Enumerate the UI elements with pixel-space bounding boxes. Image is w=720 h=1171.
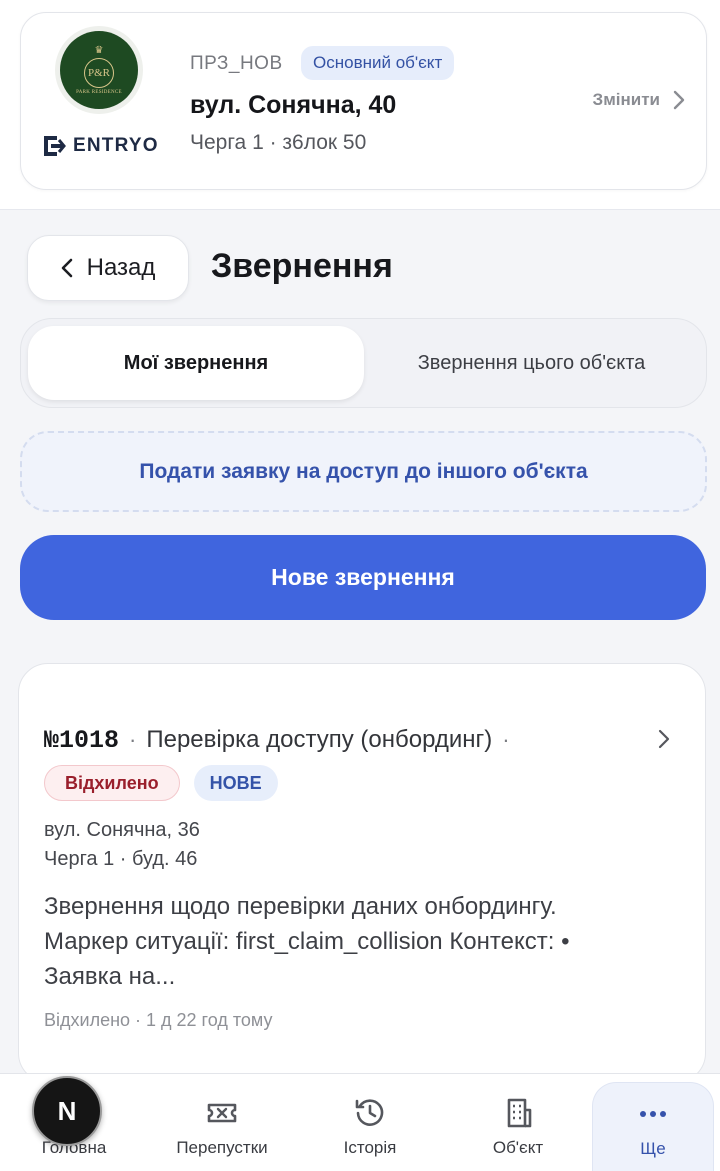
chevron-right-icon (673, 90, 685, 110)
request-type: Перевірка доступу (онбординг) (146, 726, 493, 753)
building-icon (507, 1098, 532, 1128)
bottom-nav: Головна Перепустки Історія Об'єкт Ще (0, 1073, 720, 1171)
request-queue: Черга 1 · буд. 46 (44, 848, 198, 870)
tab-my-requests[interactable]: Мої звернення (28, 326, 364, 400)
nav-more[interactable]: Ще (592, 1082, 714, 1171)
nav-more-label: Ще (640, 1139, 666, 1158)
ticket-icon (207, 1103, 237, 1123)
more-icon (640, 1111, 666, 1117)
request-meta: Відхилено · 1 д 22 год тому (44, 1010, 273, 1030)
brand-logo-text: P&R (84, 57, 114, 88)
nav-history-label: Історія (343, 1138, 397, 1157)
object-card[interactable]: ♛ P&R PARK RESIDENCE ENTRYO ПРЗ_НОВ Осно… (20, 12, 707, 190)
new-request-button[interactable]: Нове звернення (20, 535, 706, 620)
avatar[interactable]: N (32, 1076, 102, 1146)
status-badge: Відхилено (44, 765, 180, 801)
crown-icon: ♛ (94, 44, 104, 56)
request-description: Звернення щодо перевірки даних онбординг… (44, 893, 570, 990)
request-address: вул. Сонячна, 36 (44, 819, 200, 841)
main-object-badge: Основний об'єкт (301, 46, 455, 80)
back-button[interactable]: Назад (27, 235, 189, 301)
back-label: Назад (86, 254, 156, 281)
page-title: Звернення (211, 247, 393, 285)
request-number: №1018 (44, 726, 120, 755)
request-access-button[interactable]: Подати заявку на доступ до іншого об'єкт… (20, 431, 707, 512)
nav-object[interactable]: Об'єкт (444, 1074, 592, 1171)
nav-passes-label: Перепустки (176, 1138, 268, 1157)
entryo-logo: ENTRYO (41, 133, 159, 159)
request-badges: Відхилено НОВЕ (44, 765, 278, 801)
entryo-logo-icon (44, 136, 66, 156)
chevron-right-icon (658, 729, 670, 749)
history-icon (355, 1099, 384, 1126)
chevron-left-icon (61, 258, 72, 278)
separator-dot: · (502, 727, 510, 752)
object-code: ПРЗ_НОВ (190, 53, 283, 74)
nav-object-label: Об'єкт (492, 1138, 544, 1157)
separator-dot: · (129, 727, 137, 752)
nav-passes[interactable]: Перепустки (148, 1074, 296, 1171)
object-queue: Черга 1 · з6лок 50 (190, 131, 367, 154)
request-header: №1018 · Перевірка доступу (онбординг) · (44, 726, 520, 755)
object-address: вул. Сонячна, 40 (190, 91, 397, 119)
request-tabs: Мої звернення Звернення цього об'єкта (20, 318, 707, 408)
new-badge: НОВЕ (193, 765, 278, 801)
change-label: Змінити (592, 90, 660, 109)
request-card[interactable]: №1018 · Перевірка доступу (онбординг) · … (18, 663, 706, 1083)
change-object-button[interactable]: Змінити (593, 89, 688, 111)
brand-logo: ♛ P&R PARK RESIDENCE (55, 26, 143, 114)
tab-object-requests[interactable]: Звернення цього об'єкта (364, 326, 699, 400)
platform-name: ENTRYO (73, 135, 159, 156)
nav-history[interactable]: Історія (296, 1074, 444, 1171)
brand-logo-sub: PARK RESIDENCE (76, 89, 122, 95)
